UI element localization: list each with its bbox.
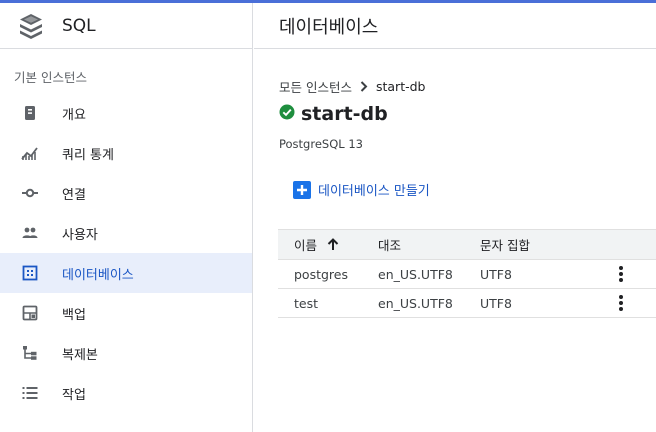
instance-title-row: start-db — [279, 101, 656, 127]
cell-name: postgres — [294, 266, 348, 282]
instance-version: PostgreSQL 13 — [279, 137, 363, 151]
instance-name: start-db — [301, 103, 388, 125]
connection-icon — [21, 184, 39, 202]
cell-collation: en_US.UTF8 — [378, 295, 453, 311]
sidebar-item-backups[interactable]: 백업 — [0, 293, 252, 333]
operations-list-icon — [21, 384, 39, 402]
cell-charset: UTF8 — [480, 295, 512, 311]
sidebar-item-label: 개요 — [62, 107, 86, 123]
row-actions-cell — [585, 263, 656, 285]
more-vert-icon[interactable] — [611, 292, 631, 314]
sidebar-item-databases[interactable]: 데이터베이스 — [0, 253, 252, 293]
column-header-label: 이름 — [294, 238, 318, 253]
sql-logo-icon — [20, 13, 42, 39]
status-check-icon — [279, 104, 295, 124]
sidebar-item-label: 복제본 — [62, 347, 98, 363]
app-window: SQL 기본 인스턴스 개요 쿼리 통계 연결 사용자 데이터베이스 백업 복제… — [0, 3, 656, 432]
sidebar-item-query-insights[interactable]: 쿼리 통계 — [0, 133, 252, 173]
sidebar: SQL 기본 인스턴스 개요 쿼리 통계 연결 사용자 데이터베이스 백업 복제… — [0, 3, 253, 432]
sidebar-brand: SQL — [0, 3, 252, 49]
database-grid-icon — [21, 264, 39, 282]
sidebar-item-connections[interactable]: 연결 — [0, 173, 252, 213]
sidebar-item-label: 데이터베이스 — [62, 267, 134, 283]
sidebar-item-label: 백업 — [62, 307, 86, 323]
sidebar-item-label: 연결 — [62, 187, 86, 203]
replica-icon — [21, 344, 39, 362]
page-header: 데이터베이스 — [254, 3, 656, 49]
overview-icon — [21, 104, 39, 122]
table-row: test en_US.UTF8 UTF8 — [278, 289, 656, 318]
breadcrumb-current: start-db — [375, 78, 426, 94]
cell-name: test — [294, 295, 319, 311]
table-row: postgres en_US.UTF8 UTF8 — [278, 260, 656, 289]
cell-charset: UTF8 — [480, 266, 512, 282]
instance-section-label: 기본 인스턴스 — [14, 70, 87, 85]
sidebar-item-overview[interactable]: 개요 — [0, 93, 252, 133]
column-header-collation: 대조 — [378, 238, 402, 253]
sidebar-item-replicas[interactable]: 복제본 — [0, 333, 252, 373]
main-content: 모든 인스턴스 start-db start-db PostgreSQL 13 … — [254, 77, 656, 200]
page-title: 데이터베이스 — [279, 16, 379, 38]
create-database-button[interactable]: 데이터베이스 만들기 — [293, 180, 430, 199]
backup-icon — [21, 304, 39, 322]
app-title: SQL — [62, 15, 96, 36]
databases-table: 이름 대조 문자 집합 postgres en_US.UTF8 UTF8 tes — [278, 229, 656, 318]
query-insights-icon — [21, 144, 39, 162]
column-header-charset: 문자 집합 — [480, 238, 530, 253]
sort-arrow-up-icon[interactable] — [327, 238, 339, 251]
sidebar-nav: 개요 쿼리 통계 연결 사용자 데이터베이스 백업 복제본 작업 — [0, 93, 252, 413]
create-database-label: 데이터베이스 만들기 — [318, 184, 430, 199]
cell-collation: en_US.UTF8 — [378, 266, 453, 282]
breadcrumb-all-instances-link[interactable]: 모든 인스턴스 — [279, 77, 352, 96]
sidebar-item-label: 사용자 — [62, 227, 98, 243]
breadcrumb: 모든 인스턴스 start-db — [279, 77, 656, 95]
more-vert-icon[interactable] — [611, 263, 631, 285]
sidebar-item-operations[interactable]: 작업 — [0, 373, 252, 413]
row-actions-cell — [585, 292, 656, 314]
sidebar-item-label: 쿼리 통계 — [62, 147, 114, 163]
users-icon — [21, 224, 39, 242]
sidebar-item-users[interactable]: 사용자 — [0, 213, 252, 253]
table-header-row: 이름 대조 문자 집합 — [278, 229, 656, 260]
add-icon — [293, 180, 311, 199]
main-panel: 데이터베이스 모든 인스턴스 start-db start-db Postgre… — [254, 3, 656, 432]
chevron-right-icon — [360, 80, 368, 92]
sidebar-item-label: 작업 — [62, 387, 86, 403]
column-header-name[interactable]: 이름 — [278, 235, 363, 254]
